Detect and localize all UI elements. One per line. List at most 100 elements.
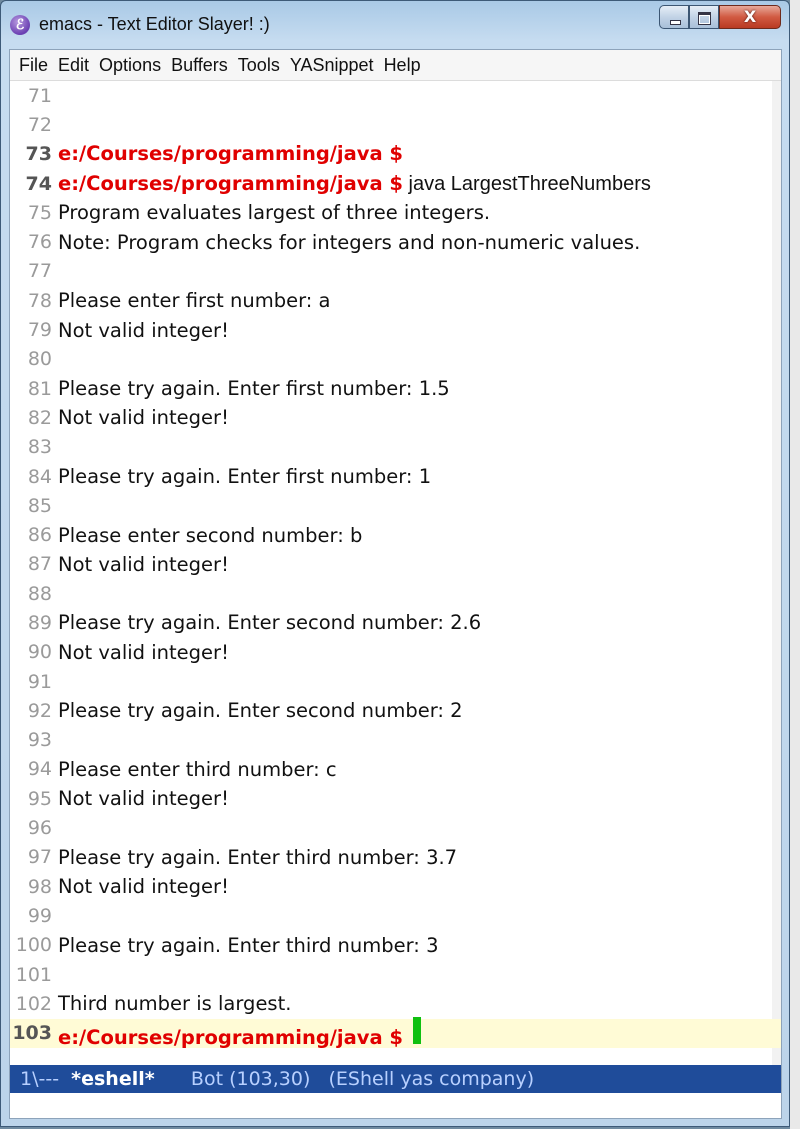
title-bar[interactable]: ℰ emacs - Text Editor Slayer! :) X bbox=[1, 1, 789, 49]
buffer-line[interactable]: 101 bbox=[10, 960, 781, 989]
buffer-line[interactable]: 76 Note: Program checks for integers and … bbox=[10, 227, 781, 256]
menu-edit[interactable]: Edit bbox=[53, 53, 94, 78]
line-number: 75 bbox=[27, 201, 52, 224]
maximize-icon bbox=[698, 12, 711, 25]
line-number: 87 bbox=[27, 553, 52, 576]
minimize-icon bbox=[670, 20, 681, 25]
output-text: Please try again. Enter second number: 2… bbox=[58, 611, 482, 635]
buffer-line[interactable]: 72 bbox=[10, 110, 781, 139]
menu-buffers[interactable]: Buffers bbox=[166, 53, 233, 78]
buffer-line[interactable]: 74 e:/Courses/programming/java $ java Lar… bbox=[10, 169, 781, 198]
emacs-window: ℰ emacs - Text Editor Slayer! :) X File E… bbox=[0, 0, 790, 1127]
buffer-line[interactable]: 98 Not valid integer! bbox=[10, 872, 781, 901]
minimize-button[interactable] bbox=[659, 5, 689, 29]
buffer-line[interactable]: 102 Third number is largest. bbox=[10, 989, 781, 1018]
line-content: Please try again. Enter second number: 2… bbox=[58, 611, 481, 634]
output-text: Third number is largest. bbox=[58, 992, 292, 1016]
line-content: Not valid integer! bbox=[58, 319, 229, 342]
buffer-line[interactable]: 83 bbox=[10, 433, 781, 462]
emacs-icon[interactable]: ℰ bbox=[10, 15, 30, 35]
output-text: Not valid integer! bbox=[58, 875, 229, 899]
line-content: Please enter third number: c bbox=[58, 758, 337, 781]
line-content: Not valid integer! bbox=[58, 875, 229, 898]
line-number: 74 bbox=[25, 172, 52, 195]
buffer-line[interactable]: 97 Please try again. Enter third number: … bbox=[10, 843, 781, 872]
menu-tools[interactable]: Tools bbox=[233, 53, 285, 78]
line-number: 72 bbox=[27, 113, 52, 136]
line-content: Not valid integer! bbox=[58, 406, 229, 429]
output-text: Please try again. Enter third number: 3.… bbox=[58, 845, 458, 869]
line-content: Please enter first number: a bbox=[58, 289, 330, 312]
menu-help[interactable]: Help bbox=[379, 53, 426, 78]
eshell-buffer[interactable]: 71 72 73 e:/Courses/programming/java $ 74 e:/… bbox=[10, 81, 781, 1065]
line-number: 73 bbox=[25, 143, 52, 166]
buffer-line[interactable]: 73 e:/Courses/programming/java $ bbox=[10, 140, 781, 169]
output-text: Not valid integer! bbox=[58, 406, 229, 430]
buffer-line[interactable]: 84 Please try again. Enter first number: … bbox=[10, 462, 781, 491]
modeline-modes[interactable]: (EShell yas company) bbox=[329, 1068, 535, 1090]
line-number: 101 bbox=[15, 963, 52, 986]
background-strip bbox=[790, 0, 800, 1129]
shell-prompt: e:/Courses/programming/java $ bbox=[58, 142, 403, 166]
buffer-line[interactable]: 82 Not valid integer! bbox=[10, 403, 781, 432]
line-number: 102 bbox=[15, 992, 52, 1015]
output-text: Please enter first number: a bbox=[58, 289, 331, 313]
text-cursor bbox=[412, 1016, 421, 1044]
line-number: 77 bbox=[27, 260, 52, 283]
mode-line[interactable]: 1\--- *eshell* Bot (103,30) (EShell yas … bbox=[10, 1065, 781, 1093]
minibuffer[interactable] bbox=[10, 1093, 781, 1118]
output-text: Please enter second number: b bbox=[58, 523, 363, 547]
buffer-line[interactable]: 85 bbox=[10, 491, 781, 520]
menu-options[interactable]: Options bbox=[94, 53, 166, 78]
maximize-button[interactable] bbox=[689, 5, 719, 29]
line-number: 95 bbox=[27, 787, 52, 810]
buffer-line[interactable]: 91 bbox=[10, 667, 781, 696]
modeline-buffer-name[interactable]: *eshell* bbox=[71, 1068, 155, 1090]
modeline-status: 1\--- bbox=[20, 1068, 60, 1090]
window-title: emacs - Text Editor Slayer! :) bbox=[39, 14, 270, 34]
buffer-line[interactable]: 77 bbox=[10, 257, 781, 286]
menu-yasnippet[interactable]: YASnippet bbox=[285, 53, 379, 78]
line-number: 99 bbox=[27, 904, 52, 927]
line-number: 79 bbox=[27, 319, 52, 342]
buffer-line[interactable]: 88 bbox=[10, 579, 781, 608]
line-content: Third number is largest. bbox=[58, 992, 291, 1015]
output-text: Not valid integer! bbox=[58, 787, 229, 811]
buffer-line[interactable]: 81 Please try again. Enter first number: … bbox=[10, 374, 781, 403]
buffer-line[interactable]: 95 Not valid integer! bbox=[10, 784, 781, 813]
line-number: 71 bbox=[27, 84, 52, 107]
buffer-line[interactable]: 96 bbox=[10, 813, 781, 842]
line-number: 103 bbox=[12, 1022, 52, 1045]
line-number: 85 bbox=[27, 494, 52, 517]
buffer-line[interactable]: 103 e:/Courses/programming/java $ bbox=[10, 1016, 781, 1050]
buffer-line[interactable]: 89 Please try again. Enter second number:… bbox=[10, 608, 781, 637]
buffer-line[interactable]: 80 bbox=[10, 345, 781, 374]
buffer-line[interactable]: 99 bbox=[10, 901, 781, 930]
output-text: Please try again. Enter first number: 1.… bbox=[58, 377, 450, 401]
line-content: Not valid integer! bbox=[58, 787, 229, 810]
line-number: 88 bbox=[27, 582, 52, 605]
buffer-line[interactable]: 100 Please try again. Enter third number:… bbox=[10, 931, 781, 960]
buffer-line[interactable]: 90 Not valid integer! bbox=[10, 638, 781, 667]
close-button[interactable]: X bbox=[719, 5, 781, 29]
buffer-line[interactable]: 86 Please enter second number: b bbox=[10, 520, 781, 549]
line-content: Please try again. Enter third number: 3.… bbox=[58, 846, 457, 869]
line-number: 96 bbox=[27, 817, 52, 840]
buffer-line[interactable]: 92 Please try again. Enter second number:… bbox=[10, 696, 781, 725]
line-content: e:/Courses/programming/java $ java Large… bbox=[58, 172, 651, 196]
line-content: Please try again. Enter first number: 1.… bbox=[58, 377, 450, 400]
window-controls: X bbox=[659, 5, 781, 29]
buffer-line[interactable]: 75 Program evaluates largest of three int… bbox=[10, 198, 781, 227]
line-content: Please try again. Enter first number: 1 bbox=[58, 465, 431, 488]
menu-file[interactable]: File bbox=[14, 53, 53, 78]
buffer-line[interactable]: 93 bbox=[10, 726, 781, 755]
line-number: 91 bbox=[27, 670, 52, 693]
line-content: e:/Courses/programming/java $ bbox=[58, 1016, 421, 1050]
buffer-line[interactable]: 94 Please enter third number: c bbox=[10, 755, 781, 784]
line-content: Not valid integer! bbox=[58, 641, 229, 664]
buffer-line[interactable]: 87 Not valid integer! bbox=[10, 550, 781, 579]
line-number: 83 bbox=[27, 436, 52, 459]
buffer-line[interactable]: 71 bbox=[10, 81, 781, 110]
buffer-line[interactable]: 78 Please enter first number: a bbox=[10, 286, 781, 315]
buffer-line[interactable]: 79 Not valid integer! bbox=[10, 315, 781, 344]
